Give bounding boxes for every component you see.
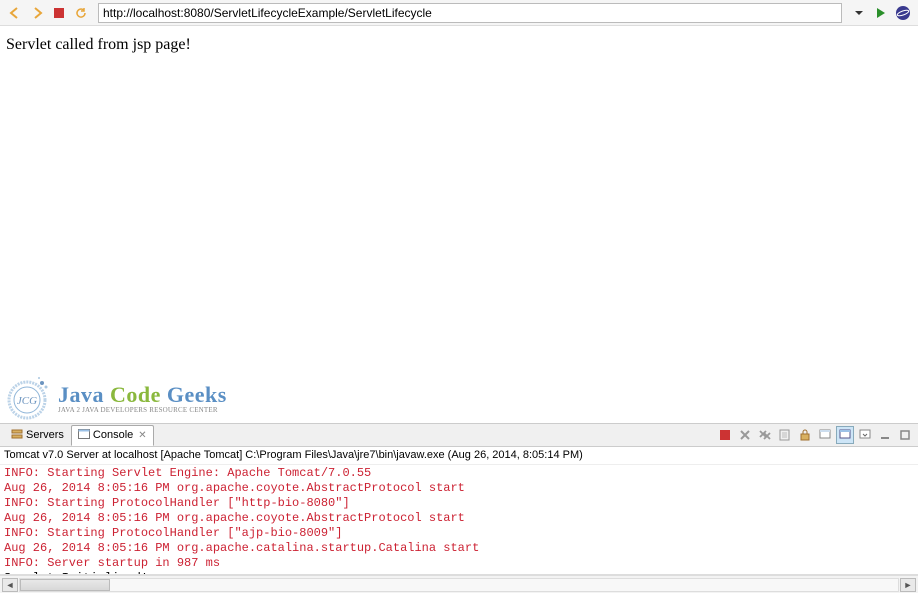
go-button[interactable] [872,4,890,22]
minimize-view-button[interactable] [876,426,894,444]
tab-console[interactable]: Console ✕ [71,425,154,446]
forward-button[interactable] [28,4,46,22]
pin-console-button[interactable] [816,426,834,444]
back-button[interactable] [6,4,24,22]
clear-console-button[interactable] [776,426,794,444]
tab-servers[interactable]: Servers [4,425,71,446]
eclipse-icon[interactable] [894,4,912,22]
refresh-button[interactable] [72,4,90,22]
scroll-track[interactable] [19,578,899,592]
console-title: Tomcat v7.0 Server at localhost [Apache … [0,447,918,465]
servers-icon [11,428,23,443]
scroll-right-button[interactable]: ► [900,578,916,592]
remove-terminated-button[interactable] [736,426,754,444]
jcg-logo-text: Java Code Geeks [58,382,227,408]
close-icon[interactable]: ✕ [138,430,146,441]
remove-all-button[interactable] [756,426,774,444]
open-console-button[interactable] [856,426,874,444]
stop-button[interactable] [50,4,68,22]
scroll-lock-button[interactable] [796,426,814,444]
tab-label: Console [93,429,133,441]
console-line: Aug 26, 2014 8:05:16 PM org.apache.catal… [4,541,914,556]
terminate-button[interactable] [716,426,734,444]
svg-text:JCG: JCG [17,395,37,407]
scroll-thumb[interactable] [20,579,110,591]
console-output[interactable]: INFO: Starting Servlet Engine: Apache To… [0,465,918,575]
url-input[interactable] [98,3,842,23]
scroll-left-button[interactable]: ◄ [2,578,18,592]
jcg-logo: JCG Java Code Geeks Java 2 Java Develope… [2,373,227,423]
maximize-view-button[interactable] [896,426,914,444]
jcg-badge-icon: JCG [2,373,52,423]
tab-label: Servers [26,429,64,441]
console-line: INFO: Starting Servlet Engine: Apache To… [4,466,914,481]
views-tab-bar: Servers Console ✕ [0,423,918,447]
display-selected-button[interactable] [836,426,854,444]
console-line: INFO: Starting ProtocolHandler ["ajp-bio… [4,526,914,541]
console-line: Aug 26, 2014 8:05:16 PM org.apache.coyot… [4,511,914,526]
console-icon [78,428,90,443]
page-text: Servlet called from jsp page! [6,36,912,54]
browser-viewport: Servlet called from jsp page! JCG Java C… [0,26,918,423]
console-line: Aug 26, 2014 8:05:16 PM org.apache.coyot… [4,481,914,496]
console-line: INFO: Starting ProtocolHandler ["http-bi… [4,496,914,511]
browser-toolbar [0,0,918,26]
console-toolbar [716,426,914,444]
jcg-logo-subtitle: Java 2 Java Developers Resource Center [58,406,227,414]
horizontal-scrollbar[interactable]: ◄ ► [0,575,918,593]
url-dropdown-icon[interactable] [850,4,868,22]
console-line: INFO: Server startup in 987 ms [4,556,914,571]
